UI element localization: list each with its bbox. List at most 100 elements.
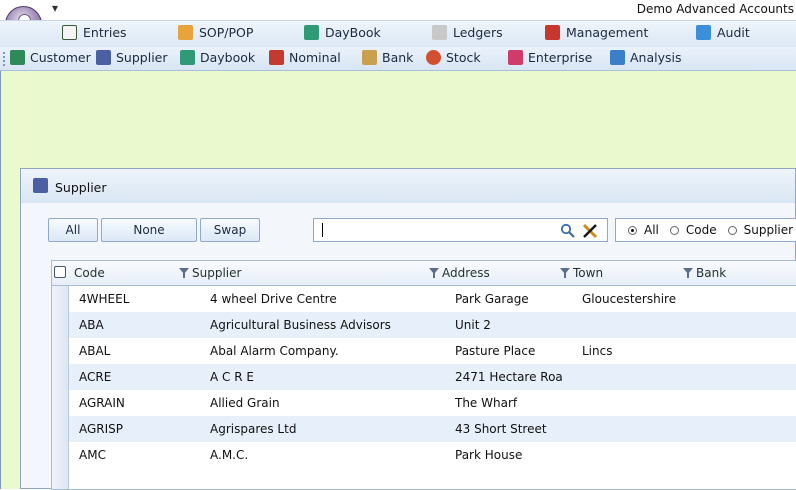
ledgers-icon bbox=[432, 25, 447, 40]
menu-entries[interactable]: Entries bbox=[62, 25, 127, 40]
cell-code: AGRISP bbox=[79, 422, 124, 436]
bank-icon bbox=[362, 50, 377, 65]
customer-icon bbox=[10, 50, 25, 65]
clear-search-icon[interactable] bbox=[582, 223, 598, 239]
column-header-bank[interactable]: Bank bbox=[696, 261, 726, 285]
select-none-button[interactable]: None bbox=[101, 218, 197, 242]
cell-code: ACRE bbox=[79, 370, 112, 384]
app-title: Demo Advanced Accounts bbox=[636, 2, 794, 16]
menu-daybook-label: DayBook bbox=[325, 25, 381, 40]
audit-icon bbox=[696, 25, 711, 40]
radio-code[interactable] bbox=[669, 225, 679, 235]
cell-code: ABAL bbox=[79, 344, 111, 358]
cell-address: Park Garage bbox=[455, 292, 529, 306]
cell-supplier: A C R E bbox=[210, 370, 254, 384]
tool-bank[interactable]: Bank bbox=[362, 50, 413, 65]
tool-analysis[interactable]: Analysis bbox=[610, 50, 682, 65]
table-row[interactable]: ACRE A C R E 2471 Hectare Roa bbox=[69, 364, 796, 390]
tool-customer[interactable]: Customer bbox=[10, 50, 91, 65]
cell-supplier: Abal Alarm Company. bbox=[210, 344, 339, 358]
cell-supplier: 4 wheel Drive Centre bbox=[210, 292, 337, 306]
entries-icon bbox=[62, 25, 77, 40]
filter-code-icon[interactable] bbox=[179, 268, 189, 278]
cell-address: Pasture Place bbox=[455, 344, 536, 358]
toolbar-grip[interactable] bbox=[3, 52, 7, 66]
cell-supplier: A.M.C. bbox=[210, 448, 249, 462]
table-row[interactable]: AGRAIN Allied Grain The Wharf bbox=[69, 390, 796, 416]
tool-customer-label: Customer bbox=[30, 50, 91, 65]
radio-all[interactable] bbox=[628, 225, 637, 235]
tool-enterprise-label: Enterprise bbox=[528, 50, 593, 65]
module-toolbar: Customer Supplier Daybook Nominal Bank S… bbox=[0, 47, 796, 71]
supplier-icon bbox=[96, 50, 111, 65]
radio-all-label: All bbox=[644, 223, 659, 237]
select-all-button[interactable]: All bbox=[48, 218, 98, 242]
cell-address: The Wharf bbox=[455, 396, 518, 410]
nominal-icon bbox=[269, 50, 284, 65]
cell-town: Gloucestershire bbox=[582, 292, 677, 306]
sop-pop-icon bbox=[178, 25, 193, 40]
menu-entries-label: Entries bbox=[83, 25, 127, 40]
tool-supplier-label: Supplier bbox=[116, 50, 168, 65]
column-header-code[interactable]: Code bbox=[74, 261, 105, 285]
filter-supplier-icon[interactable] bbox=[429, 268, 439, 278]
menu-ledgers[interactable]: Ledgers bbox=[432, 25, 503, 40]
tool-bank-label: Bank bbox=[382, 50, 414, 65]
cell-address: Park House bbox=[455, 448, 523, 462]
cell-code: AMC bbox=[79, 448, 106, 462]
grid-header: Code Supplier Address Town Bank bbox=[52, 261, 796, 286]
cell-supplier: Allied Grain bbox=[210, 396, 280, 410]
cell-town: Lincs bbox=[582, 344, 613, 358]
menu-ledgers-label: Ledgers bbox=[453, 25, 503, 40]
cell-code: AGRAIN bbox=[79, 396, 125, 410]
menu-daybook[interactable]: DayBook bbox=[304, 25, 381, 40]
supplier-window: Supplier All None Swap All Code Supplier… bbox=[20, 168, 796, 490]
enterprise-icon bbox=[508, 50, 523, 65]
daybook-icon bbox=[304, 25, 319, 40]
tool-supplier[interactable]: Supplier bbox=[96, 50, 168, 65]
column-header-address[interactable]: Address bbox=[442, 261, 490, 285]
analysis-icon bbox=[610, 50, 625, 65]
search-icon[interactable] bbox=[560, 223, 576, 239]
column-chooser-icon[interactable] bbox=[54, 266, 66, 278]
filter-town-icon[interactable] bbox=[683, 268, 693, 278]
filter-address-icon[interactable] bbox=[560, 268, 570, 278]
menu-audit[interactable]: Audit bbox=[696, 25, 750, 40]
radio-supplier-label: Supplier bbox=[743, 223, 794, 237]
tool-stock[interactable]: Stock bbox=[426, 50, 481, 65]
radio-supplier[interactable] bbox=[727, 225, 737, 235]
tool-stock-label: Stock bbox=[446, 50, 481, 65]
row-selector-column bbox=[52, 286, 69, 489]
cell-code: ABA bbox=[79, 318, 104, 332]
column-header-supplier[interactable]: Supplier bbox=[192, 261, 241, 285]
supplier-window-title: Supplier bbox=[55, 180, 107, 195]
table-row[interactable]: 4WHEEL 4 wheel Drive Centre Park Garage … bbox=[69, 286, 796, 312]
column-header-town[interactable]: Town bbox=[573, 261, 603, 285]
cell-supplier: Agrispares Ltd bbox=[210, 422, 297, 436]
table-row[interactable]: ABA Agricultural Business Advisors Unit … bbox=[69, 312, 796, 338]
management-icon bbox=[545, 25, 560, 40]
table-row[interactable]: AMC A.M.C. Park House bbox=[69, 442, 796, 468]
cell-address: 2471 Hectare Roa bbox=[455, 370, 563, 384]
tool-daybook-label: Daybook bbox=[200, 50, 256, 65]
cell-supplier: Agricultural Business Advisors bbox=[210, 318, 391, 332]
supplier-window-titlebar[interactable]: Supplier bbox=[21, 169, 795, 203]
tool-daybook[interactable]: Daybook bbox=[180, 50, 255, 65]
menu-management[interactable]: Management bbox=[545, 25, 648, 40]
stock-icon bbox=[426, 50, 441, 65]
quick-access-dropdown[interactable]: ▾ bbox=[52, 1, 58, 15]
tool-enterprise[interactable]: Enterprise bbox=[508, 50, 592, 65]
menu-management-label: Management bbox=[566, 25, 649, 40]
tool-nominal[interactable]: Nominal bbox=[269, 50, 341, 65]
search-input[interactable] bbox=[313, 218, 608, 242]
main-menu-bar: Entries SOP/POP DayBook Ledgers Manageme… bbox=[0, 20, 796, 48]
menu-sop-pop[interactable]: SOP/POP bbox=[178, 25, 253, 40]
swap-button[interactable]: Swap bbox=[200, 218, 260, 242]
cell-address: 43 Short Street bbox=[455, 422, 547, 436]
tool-nominal-label: Nominal bbox=[289, 50, 341, 65]
table-row[interactable]: ABAL Abal Alarm Company. Pasture Place L… bbox=[69, 338, 796, 364]
cell-address: Unit 2 bbox=[455, 318, 491, 332]
search-mode-group: All Code Supplier bbox=[615, 218, 796, 242]
table-row[interactable]: AGRISP Agrispares Ltd 43 Short Street bbox=[69, 416, 796, 442]
tool-analysis-label: Analysis bbox=[630, 50, 682, 65]
